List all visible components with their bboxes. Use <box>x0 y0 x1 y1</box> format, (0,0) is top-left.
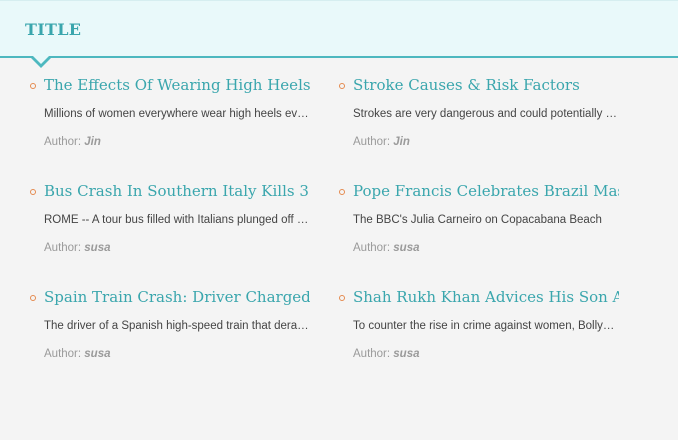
article-excerpt: Millions of women everywhere wear high h… <box>44 108 310 120</box>
author-name: susa <box>84 348 111 360</box>
bullet-icon <box>339 189 345 195</box>
article-author: Author: susa <box>44 348 111 360</box>
article-excerpt: The driver of a Spanish high-speed train… <box>44 320 310 332</box>
article-title-link[interactable]: Stroke Causes & Risk Factors <box>353 76 619 94</box>
widget-title: TITLE <box>25 20 82 39</box>
author-label: Author: <box>353 242 391 254</box>
article-excerpt: The BBC's Julia Carneiro on Copacabana B… <box>353 214 602 226</box>
author-label: Author: <box>44 136 82 148</box>
article-title-link[interactable]: The Effects Of Wearing High Heels <box>44 76 310 94</box>
bullet-icon <box>30 83 36 89</box>
article-author: Author: susa <box>353 242 420 254</box>
article-author: Author: Jin <box>44 136 101 148</box>
widget-header: TITLE <box>0 0 678 68</box>
article-title-link[interactable]: Spain Train Crash: Driver Charged With <box>44 288 310 306</box>
bullet-icon <box>339 295 345 301</box>
author-name: susa <box>393 242 420 254</box>
article-excerpt: ROME -- A tour bus filled with Italians … <box>44 214 310 226</box>
bullet-icon <box>30 295 36 301</box>
header-pointer <box>30 55 52 68</box>
author-label: Author: <box>44 348 82 360</box>
bullet-icon <box>30 189 36 195</box>
author-label: Author: <box>353 136 391 148</box>
bullet-icon <box>339 83 345 89</box>
article-title-link[interactable]: Shah Rukh Khan Advices His Son About <box>353 288 619 306</box>
author-name: susa <box>393 348 420 360</box>
article-excerpt: Strokes are very dangerous and could pot… <box>353 108 619 120</box>
author-name: Jin <box>393 136 410 148</box>
article-title-link[interactable]: Bus Crash In Southern Italy Kills 37 <box>44 182 310 200</box>
article-excerpt: To counter the rise in crime against wom… <box>353 320 619 332</box>
author-label: Author: <box>44 242 82 254</box>
author-name: susa <box>84 242 111 254</box>
author-label: Author: <box>353 348 391 360</box>
article-title-link[interactable]: Pope Francis Celebrates Brazil Mass <box>353 182 619 200</box>
author-name: Jin <box>84 136 101 148</box>
article-author: Author: susa <box>353 348 420 360</box>
article-author: Author: Jin <box>353 136 410 148</box>
article-author: Author: susa <box>44 242 111 254</box>
